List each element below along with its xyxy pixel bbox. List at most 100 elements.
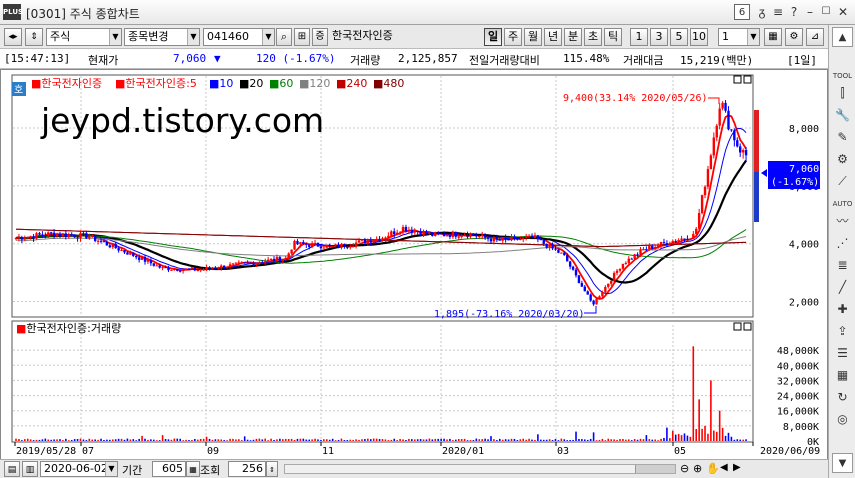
stock-type-icon[interactable]: 증	[312, 28, 328, 46]
target-icon[interactable]: ◎	[832, 409, 853, 429]
chevron-down-icon[interactable]: ▼	[109, 29, 121, 45]
refresh-icon[interactable]: ↻	[832, 387, 853, 407]
candle-icon[interactable]: ⫿	[832, 83, 853, 103]
maximize-icon[interactable]: ☐	[819, 4, 833, 20]
period-input[interactable]: 605	[152, 461, 186, 477]
candle	[524, 236, 528, 238]
trend-line-icon[interactable]: ⟋	[832, 171, 853, 191]
prev-next-icon[interactable]: ◂▸	[4, 28, 22, 46]
candle	[545, 243, 548, 248]
chevron-down-icon[interactable]: ▼	[747, 29, 759, 45]
candle	[574, 269, 578, 276]
maximize-volume-panel-icon[interactable]	[733, 322, 742, 331]
volume-bar	[273, 439, 275, 441]
hand-icon[interactable]: ✋	[706, 462, 720, 475]
close-volume-panel-icon[interactable]	[743, 322, 752, 331]
indicator-icon[interactable]: ⊿	[806, 28, 824, 46]
down-arrow-icon[interactable]: ▼	[832, 453, 853, 473]
interval-button[interactable]: 5	[670, 28, 688, 46]
lookup-input[interactable]: 256	[228, 461, 266, 477]
zoom-in-icon[interactable]: ⊕	[693, 462, 702, 475]
export-icon[interactable]: ⇪	[832, 321, 853, 341]
search-icon[interactable]: ⌕	[276, 28, 292, 46]
candle	[331, 244, 334, 246]
volume-tick-label: 8,000K	[783, 422, 819, 433]
wave-icon[interactable]: 〰	[832, 211, 853, 231]
fibonacci-icon[interactable]: ≣	[832, 255, 853, 275]
list-icon[interactable]: ☰	[832, 343, 853, 363]
volume-bar	[325, 439, 328, 441]
candle	[181, 269, 185, 272]
period-button[interactable]: 분	[564, 28, 582, 46]
candle	[20, 237, 24, 240]
volume-bar	[674, 434, 677, 441]
period-button[interactable]: 일	[484, 28, 502, 46]
volume-bar	[287, 438, 290, 441]
chart-scrollbar[interactable]	[284, 464, 676, 474]
interval-button[interactable]: 3	[650, 28, 668, 46]
period-button[interactable]: 월	[524, 28, 542, 46]
chart-settings-icon[interactable]: ⚙	[832, 149, 853, 169]
period-button[interactable]: 초	[584, 28, 602, 46]
chevron-down-icon[interactable]: ▼	[105, 462, 117, 476]
lookup-spinner-icon[interactable]: ⇕	[266, 461, 278, 477]
volume-bar	[586, 439, 589, 441]
volume-bar	[452, 440, 454, 441]
pen-icon[interactable]: ✎	[832, 127, 853, 147]
grid-icon[interactable]: ▦	[832, 365, 853, 385]
pin-icon[interactable]: ᵹ	[755, 4, 769, 20]
scrollbar-thumb[interactable]	[635, 465, 675, 473]
candle	[598, 296, 601, 299]
close-panel-icon[interactable]	[743, 75, 752, 84]
period-button[interactable]: 틱	[604, 28, 622, 46]
grid-icon[interactable]: ▦	[186, 461, 200, 477]
period-button[interactable]: 년	[544, 28, 562, 46]
minimize-icon[interactable]: –	[803, 4, 817, 20]
interval-button[interactable]: 1	[630, 28, 648, 46]
period-button[interactable]: 주	[504, 28, 522, 46]
play-prev-icon[interactable]: ◀	[720, 462, 728, 473]
calendar-icon[interactable]: ▤	[4, 461, 20, 477]
stock-code-input[interactable]: 041460 ▼	[203, 28, 275, 46]
right-toolbar: ▲ TOOL ⫿ 🔧 ✎ ⚙ ⟋ AUTO 〰 ⋰ ≣ ╱ ✚ ⇪ ☰ ▦ ↻ …	[828, 25, 855, 478]
interval-value-select[interactable]: 1 ▼	[718, 28, 760, 46]
window-number-button[interactable]: 6	[734, 4, 750, 20]
volume-bar	[522, 438, 525, 441]
crosshair-icon[interactable]: ✚	[832, 299, 853, 319]
stock-info-icon[interactable]: ⊞	[294, 28, 310, 46]
chevron-down-icon[interactable]: ▼	[262, 29, 274, 45]
question-icon[interactable]: ?	[787, 4, 801, 20]
stock-chart[interactable]: 2,0004,0006,0008,00048,000K40,000K32,000…	[1, 70, 827, 460]
volume-bar	[320, 439, 322, 441]
menu-icon[interactable]: ≡	[771, 4, 785, 20]
candle	[680, 238, 683, 240]
up-arrow-icon[interactable]: ▲	[832, 27, 853, 47]
change-stock-select[interactable]: 종목변경 ▼	[124, 28, 200, 46]
close-icon[interactable]: ✕	[836, 4, 850, 20]
market-type-select[interactable]: 주식 ▼	[46, 28, 122, 46]
chart-area[interactable]: 2,0004,0006,0008,00048,000K40,000K32,000…	[0, 69, 828, 461]
fan-icon[interactable]: ⋰	[832, 233, 853, 253]
up-down-icon[interactable]: ⇕	[25, 28, 43, 46]
maximize-panel-icon[interactable]	[733, 75, 742, 84]
volume-bar	[399, 438, 401, 441]
candle	[434, 232, 437, 237]
zoom-out-icon[interactable]: ⊖	[680, 462, 689, 475]
settings-icon[interactable]: ⚙	[785, 28, 803, 46]
wrench-icon[interactable]: 🔧	[832, 105, 853, 125]
calendar-range-icon[interactable]: ▥	[22, 461, 38, 477]
volume-bar	[238, 439, 240, 441]
candle	[636, 254, 639, 256]
play-next-icon[interactable]: ▶	[733, 462, 741, 473]
interval-button[interactable]: 10	[690, 28, 708, 46]
candle	[173, 269, 176, 271]
chevron-down-icon[interactable]: ▼	[187, 29, 199, 45]
volume-bar	[724, 435, 727, 441]
table-icon[interactable]: ▦	[764, 28, 782, 46]
line-tool-icon[interactable]: ╱	[832, 277, 853, 297]
volume-bar	[337, 439, 340, 441]
candle	[700, 195, 704, 214]
candle	[372, 240, 375, 243]
date-select[interactable]: 2020-06-02 ▼	[40, 461, 118, 477]
volume-bar	[598, 439, 601, 441]
